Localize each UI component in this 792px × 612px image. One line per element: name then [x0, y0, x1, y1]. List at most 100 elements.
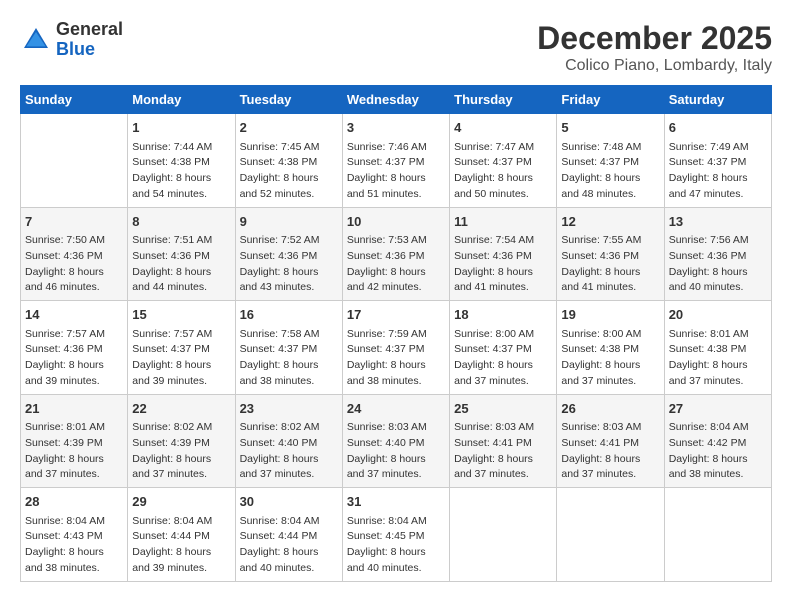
daylight-text: Daylight: 8 hours and 47 minutes. [669, 172, 748, 200]
calendar-cell: 9Sunrise: 7:52 AMSunset: 4:36 PMDaylight… [235, 207, 342, 301]
day-number: 13 [669, 212, 767, 232]
day-number: 31 [347, 492, 445, 512]
calendar-cell: 15Sunrise: 7:57 AMSunset: 4:37 PMDayligh… [128, 301, 235, 395]
sunset-text: Sunset: 4:40 PM [347, 437, 425, 449]
daylight-text: Daylight: 8 hours and 37 minutes. [669, 359, 748, 387]
daylight-text: Daylight: 8 hours and 37 minutes. [132, 453, 211, 481]
sunset-text: Sunset: 4:37 PM [454, 343, 532, 355]
header-wednesday: Wednesday [342, 86, 449, 114]
calendar-cell: 4Sunrise: 7:47 AMSunset: 4:37 PMDaylight… [450, 114, 557, 208]
daylight-text: Daylight: 8 hours and 38 minutes. [669, 453, 748, 481]
sunset-text: Sunset: 4:40 PM [240, 437, 318, 449]
logo-general: General [56, 19, 123, 39]
day-number: 27 [669, 399, 767, 419]
daylight-text: Daylight: 8 hours and 42 minutes. [347, 266, 426, 294]
day-number: 16 [240, 305, 338, 325]
sunrise-text: Sunrise: 7:57 AM [132, 328, 212, 340]
daylight-text: Daylight: 8 hours and 50 minutes. [454, 172, 533, 200]
sunset-text: Sunset: 4:42 PM [669, 437, 747, 449]
calendar-cell: 24Sunrise: 8:03 AMSunset: 4:40 PMDayligh… [342, 394, 449, 488]
day-number: 18 [454, 305, 552, 325]
sunrise-text: Sunrise: 8:00 AM [454, 328, 534, 340]
daylight-text: Daylight: 8 hours and 37 minutes. [25, 453, 104, 481]
calendar-cell: 18 Sunrise: 8:00 AM Sunset: 4:37 PM Dayligh… [450, 301, 557, 395]
calendar-table: SundayMondayTuesdayWednesdayThursdayFrid… [20, 85, 772, 582]
location-title: Colico Piano, Lombardy, Italy [537, 57, 772, 75]
calendar-week-2: 7Sunrise: 7:50 AMSunset: 4:36 PMDaylight… [21, 207, 772, 301]
sunrise-text: Sunrise: 8:04 AM [25, 515, 105, 527]
calendar-cell: 3Sunrise: 7:46 AMSunset: 4:37 PMDaylight… [342, 114, 449, 208]
sunrise-text: Sunrise: 7:58 AM [240, 328, 320, 340]
title-area: December 2025 Colico Piano, Lombardy, It… [537, 20, 772, 75]
daylight-text: Daylight: 8 hours and 39 minutes. [132, 546, 211, 574]
sunrise-text: Sunrise: 8:03 AM [454, 421, 534, 433]
daylight-text: Daylight: 8 hours and 52 minutes. [240, 172, 319, 200]
day-number: 8 [132, 212, 230, 232]
day-number: 28 [25, 492, 123, 512]
day-number: 20 [669, 305, 767, 325]
calendar-cell: 12Sunrise: 7:55 AMSunset: 4:36 PMDayligh… [557, 207, 664, 301]
sunset-text: Sunset: 4:36 PM [561, 250, 639, 262]
sunset-text: Sunset: 4:37 PM [347, 343, 425, 355]
daylight-text: Daylight: 8 hours and 40 minutes. [347, 546, 426, 574]
calendar-week-3: 14Sunrise: 7:57 AMSunset: 4:36 PMDayligh… [21, 301, 772, 395]
day-number: 12 [561, 212, 659, 232]
calendar-week-4: 21Sunrise: 8:01 AMSunset: 4:39 PMDayligh… [21, 394, 772, 488]
daylight-text: Daylight: 8 hours and 37 minutes. [561, 453, 640, 481]
day-number: 15 [132, 305, 230, 325]
daylight-text: Daylight: 8 hours and 40 minutes. [669, 266, 748, 294]
day-number: 25 [454, 399, 552, 419]
sunrise-text: Sunrise: 8:03 AM [561, 421, 641, 433]
sunset-text: Sunset: 4:37 PM [347, 156, 425, 168]
sunset-text: Sunset: 4:38 PM [240, 156, 318, 168]
header: General Blue December 2025 Colico Piano,… [20, 20, 772, 75]
calendar-cell: 22Sunrise: 8:02 AMSunset: 4:39 PMDayligh… [128, 394, 235, 488]
calendar-cell: 5Sunrise: 7:48 AMSunset: 4:37 PMDaylight… [557, 114, 664, 208]
daylight-text: Daylight: 8 hours and 37 minutes. [454, 359, 533, 387]
day-number: 4 [454, 118, 552, 138]
logo: General Blue [20, 20, 123, 60]
calendar-cell: 8Sunrise: 7:51 AMSunset: 4:36 PMDaylight… [128, 207, 235, 301]
calendar-cell: 14Sunrise: 7:57 AMSunset: 4:36 PMDayligh… [21, 301, 128, 395]
sunset-text: Sunset: 4:44 PM [240, 530, 318, 542]
month-title: December 2025 [537, 20, 772, 57]
day-number: 26 [561, 399, 659, 419]
sunrise-text: Sunrise: 8:02 AM [132, 421, 212, 433]
sunrise-text: Sunrise: 7:57 AM [25, 328, 105, 340]
day-number: 3 [347, 118, 445, 138]
sunset-text: Sunset: 4:44 PM [132, 530, 210, 542]
calendar-cell: 26Sunrise: 8:03 AMSunset: 4:41 PMDayligh… [557, 394, 664, 488]
header-monday: Monday [128, 86, 235, 114]
daylight-text: Daylight: 8 hours and 39 minutes. [25, 359, 104, 387]
daylight-text: Daylight: 8 hours and 38 minutes. [25, 546, 104, 574]
logo-icon [20, 24, 52, 56]
calendar-cell: 21Sunrise: 8:01 AMSunset: 4:39 PMDayligh… [21, 394, 128, 488]
sunset-text: Sunset: 4:36 PM [347, 250, 425, 262]
daylight-text: Daylight: 8 hours and 39 minutes. [132, 359, 211, 387]
sunrise-text: Sunrise: 8:02 AM [240, 421, 320, 433]
sunrise-text: Sunrise: 7:51 AM [132, 234, 212, 246]
day-number: 5 [561, 118, 659, 138]
sunrise-text: Sunrise: 7:55 AM [561, 234, 641, 246]
daylight-text: Daylight: 8 hours and 38 minutes. [240, 359, 319, 387]
day-number: 19 [561, 305, 659, 325]
sunset-text: Sunset: 4:39 PM [25, 437, 103, 449]
daylight-text: Daylight: 8 hours and 40 minutes. [240, 546, 319, 574]
calendar-week-1: 1Sunrise: 7:44 AMSunset: 4:38 PMDaylight… [21, 114, 772, 208]
day-number: 6 [669, 118, 767, 138]
sunset-text: Sunset: 4:37 PM [669, 156, 747, 168]
logo-text: General Blue [56, 20, 123, 60]
sunset-text: Sunset: 4:43 PM [25, 530, 103, 542]
sunrise-text: Sunrise: 7:52 AM [240, 234, 320, 246]
sunset-text: Sunset: 4:38 PM [132, 156, 210, 168]
sunrise-text: Sunrise: 7:50 AM [25, 234, 105, 246]
calendar-cell: 19Sunrise: 8:00 AMSunset: 4:38 PMDayligh… [557, 301, 664, 395]
daylight-text: Daylight: 8 hours and 43 minutes. [240, 266, 319, 294]
calendar-week-5: 28 Sunrise: 8:04 AM Sunset: 4:43 PM Dayligh… [21, 488, 772, 582]
sunrise-text: Sunrise: 8:00 AM [561, 328, 641, 340]
sunset-text: Sunset: 4:37 PM [240, 343, 318, 355]
sunrise-text: Sunrise: 7:56 AM [669, 234, 749, 246]
header-tuesday: Tuesday [235, 86, 342, 114]
sunrise-text: Sunrise: 8:04 AM [347, 515, 427, 527]
calendar-cell: 25Sunrise: 8:03 AMSunset: 4:41 PMDayligh… [450, 394, 557, 488]
